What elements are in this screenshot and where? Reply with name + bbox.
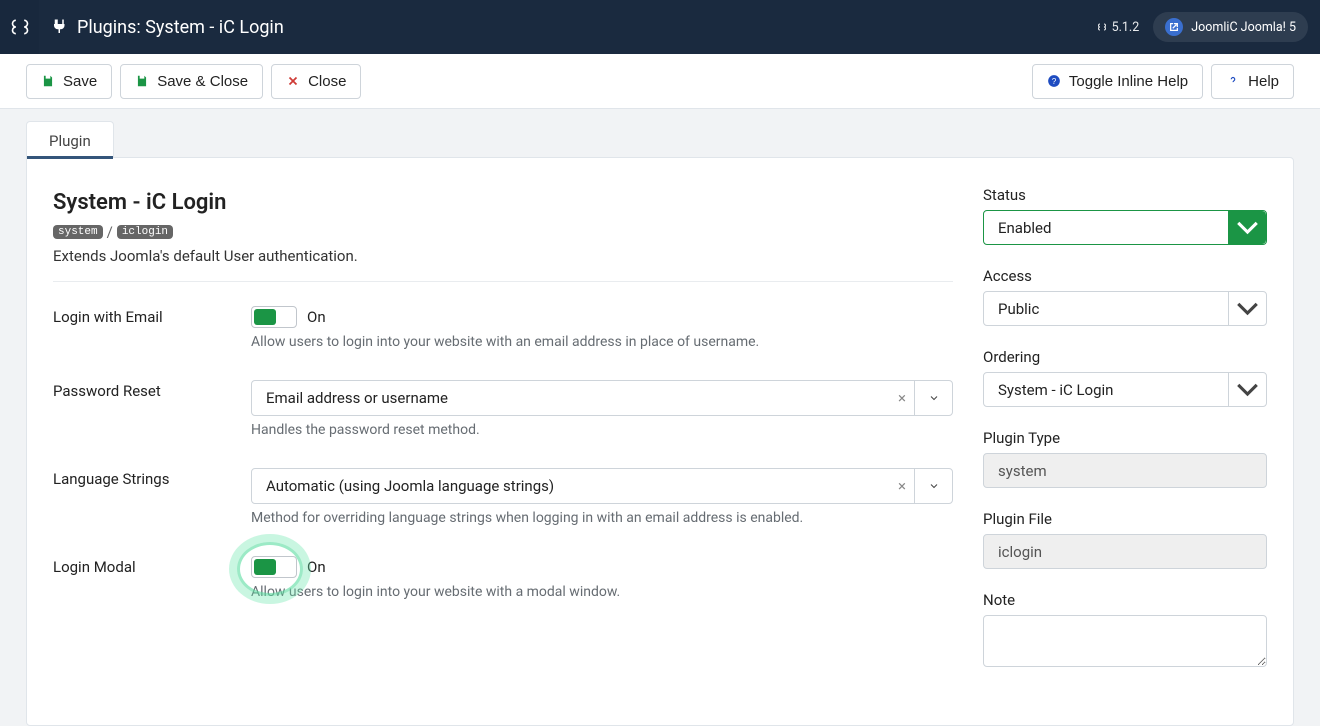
field-plugin-type: system bbox=[983, 453, 1267, 488]
toggle-inline-help-button[interactable]: ? Toggle Inline Help bbox=[1032, 64, 1203, 99]
toggle-login-modal[interactable] bbox=[251, 556, 297, 578]
field-plugin-file: iclogin bbox=[983, 534, 1267, 569]
joomla-logo[interactable] bbox=[0, 0, 39, 54]
hint-password-reset: Handles the password reset method. bbox=[251, 422, 953, 438]
save-close-button[interactable]: Save & Close bbox=[120, 64, 263, 99]
chevron-down-icon[interactable] bbox=[1228, 211, 1266, 244]
select-password-reset[interactable]: Email address or username × bbox=[251, 380, 953, 416]
site-name: JoomliC Joomla! 5 bbox=[1191, 20, 1296, 35]
toggle-login-email-label: On bbox=[307, 308, 326, 326]
hint-login-modal: Allow users to login into your website w… bbox=[251, 584, 953, 600]
svg-text:?: ? bbox=[1052, 77, 1057, 86]
page-title: Plugins: System - iC Login bbox=[39, 17, 284, 38]
plugin-crumbs: system / iclogin bbox=[53, 223, 953, 241]
hint-login-email: Allow users to login into your website w… bbox=[251, 334, 953, 350]
open-site-button[interactable]: JoomliC Joomla! 5 bbox=[1153, 12, 1308, 42]
label-lang-strings: Language Strings bbox=[53, 468, 251, 526]
toggle-login-modal-label: On bbox=[307, 558, 326, 576]
label-access: Access bbox=[983, 267, 1267, 285]
version-tag: 5.1.2 bbox=[1096, 20, 1140, 35]
joomla-icon bbox=[10, 17, 30, 37]
plug-icon bbox=[51, 18, 69, 36]
save-icon bbox=[41, 74, 55, 88]
save-icon bbox=[135, 74, 149, 88]
chevron-down-icon[interactable] bbox=[1228, 373, 1266, 406]
clear-password-reset[interactable]: × bbox=[890, 389, 914, 407]
label-password-reset: Password Reset bbox=[53, 380, 251, 438]
plugin-element-tag: iclogin bbox=[117, 225, 173, 239]
save-button[interactable]: Save bbox=[26, 64, 112, 99]
label-status: Status bbox=[983, 186, 1267, 204]
select-lang-strings[interactable]: Automatic (using Joomla language strings… bbox=[251, 468, 953, 504]
question-icon bbox=[1226, 74, 1240, 88]
label-plugin-file: Plugin File bbox=[983, 510, 1267, 528]
label-login-modal: Login Modal bbox=[53, 556, 251, 600]
plugin-title: System - iC Login bbox=[53, 190, 953, 215]
clear-lang-strings[interactable]: × bbox=[890, 477, 914, 495]
joomla-small-icon bbox=[1096, 21, 1108, 33]
close-icon bbox=[286, 74, 300, 88]
field-note[interactable] bbox=[983, 615, 1267, 667]
chevron-down-icon[interactable] bbox=[914, 381, 952, 415]
select-ordering[interactable]: System - iC Login bbox=[983, 372, 1267, 407]
toggle-login-email[interactable] bbox=[251, 306, 297, 328]
external-link-icon bbox=[1165, 18, 1183, 36]
chevron-down-icon[interactable] bbox=[1228, 292, 1266, 325]
hint-lang-strings: Method for overriding language strings w… bbox=[251, 510, 953, 526]
help-button[interactable]: Help bbox=[1211, 64, 1294, 99]
question-circle-icon: ? bbox=[1047, 74, 1061, 88]
label-login-email: Login with Email bbox=[53, 306, 251, 350]
tab-plugin[interactable]: Plugin bbox=[26, 121, 114, 158]
select-status[interactable]: Enabled bbox=[983, 210, 1267, 245]
label-note: Note bbox=[983, 591, 1267, 609]
close-button[interactable]: Close bbox=[271, 64, 361, 99]
plugin-folder-tag: system bbox=[53, 225, 103, 239]
label-ordering: Ordering bbox=[983, 348, 1267, 366]
plugin-description: Extends Joomla's default User authentica… bbox=[53, 247, 953, 265]
chevron-down-icon[interactable] bbox=[914, 469, 952, 503]
select-access[interactable]: Public bbox=[983, 291, 1267, 326]
label-plugin-type: Plugin Type bbox=[983, 429, 1267, 447]
